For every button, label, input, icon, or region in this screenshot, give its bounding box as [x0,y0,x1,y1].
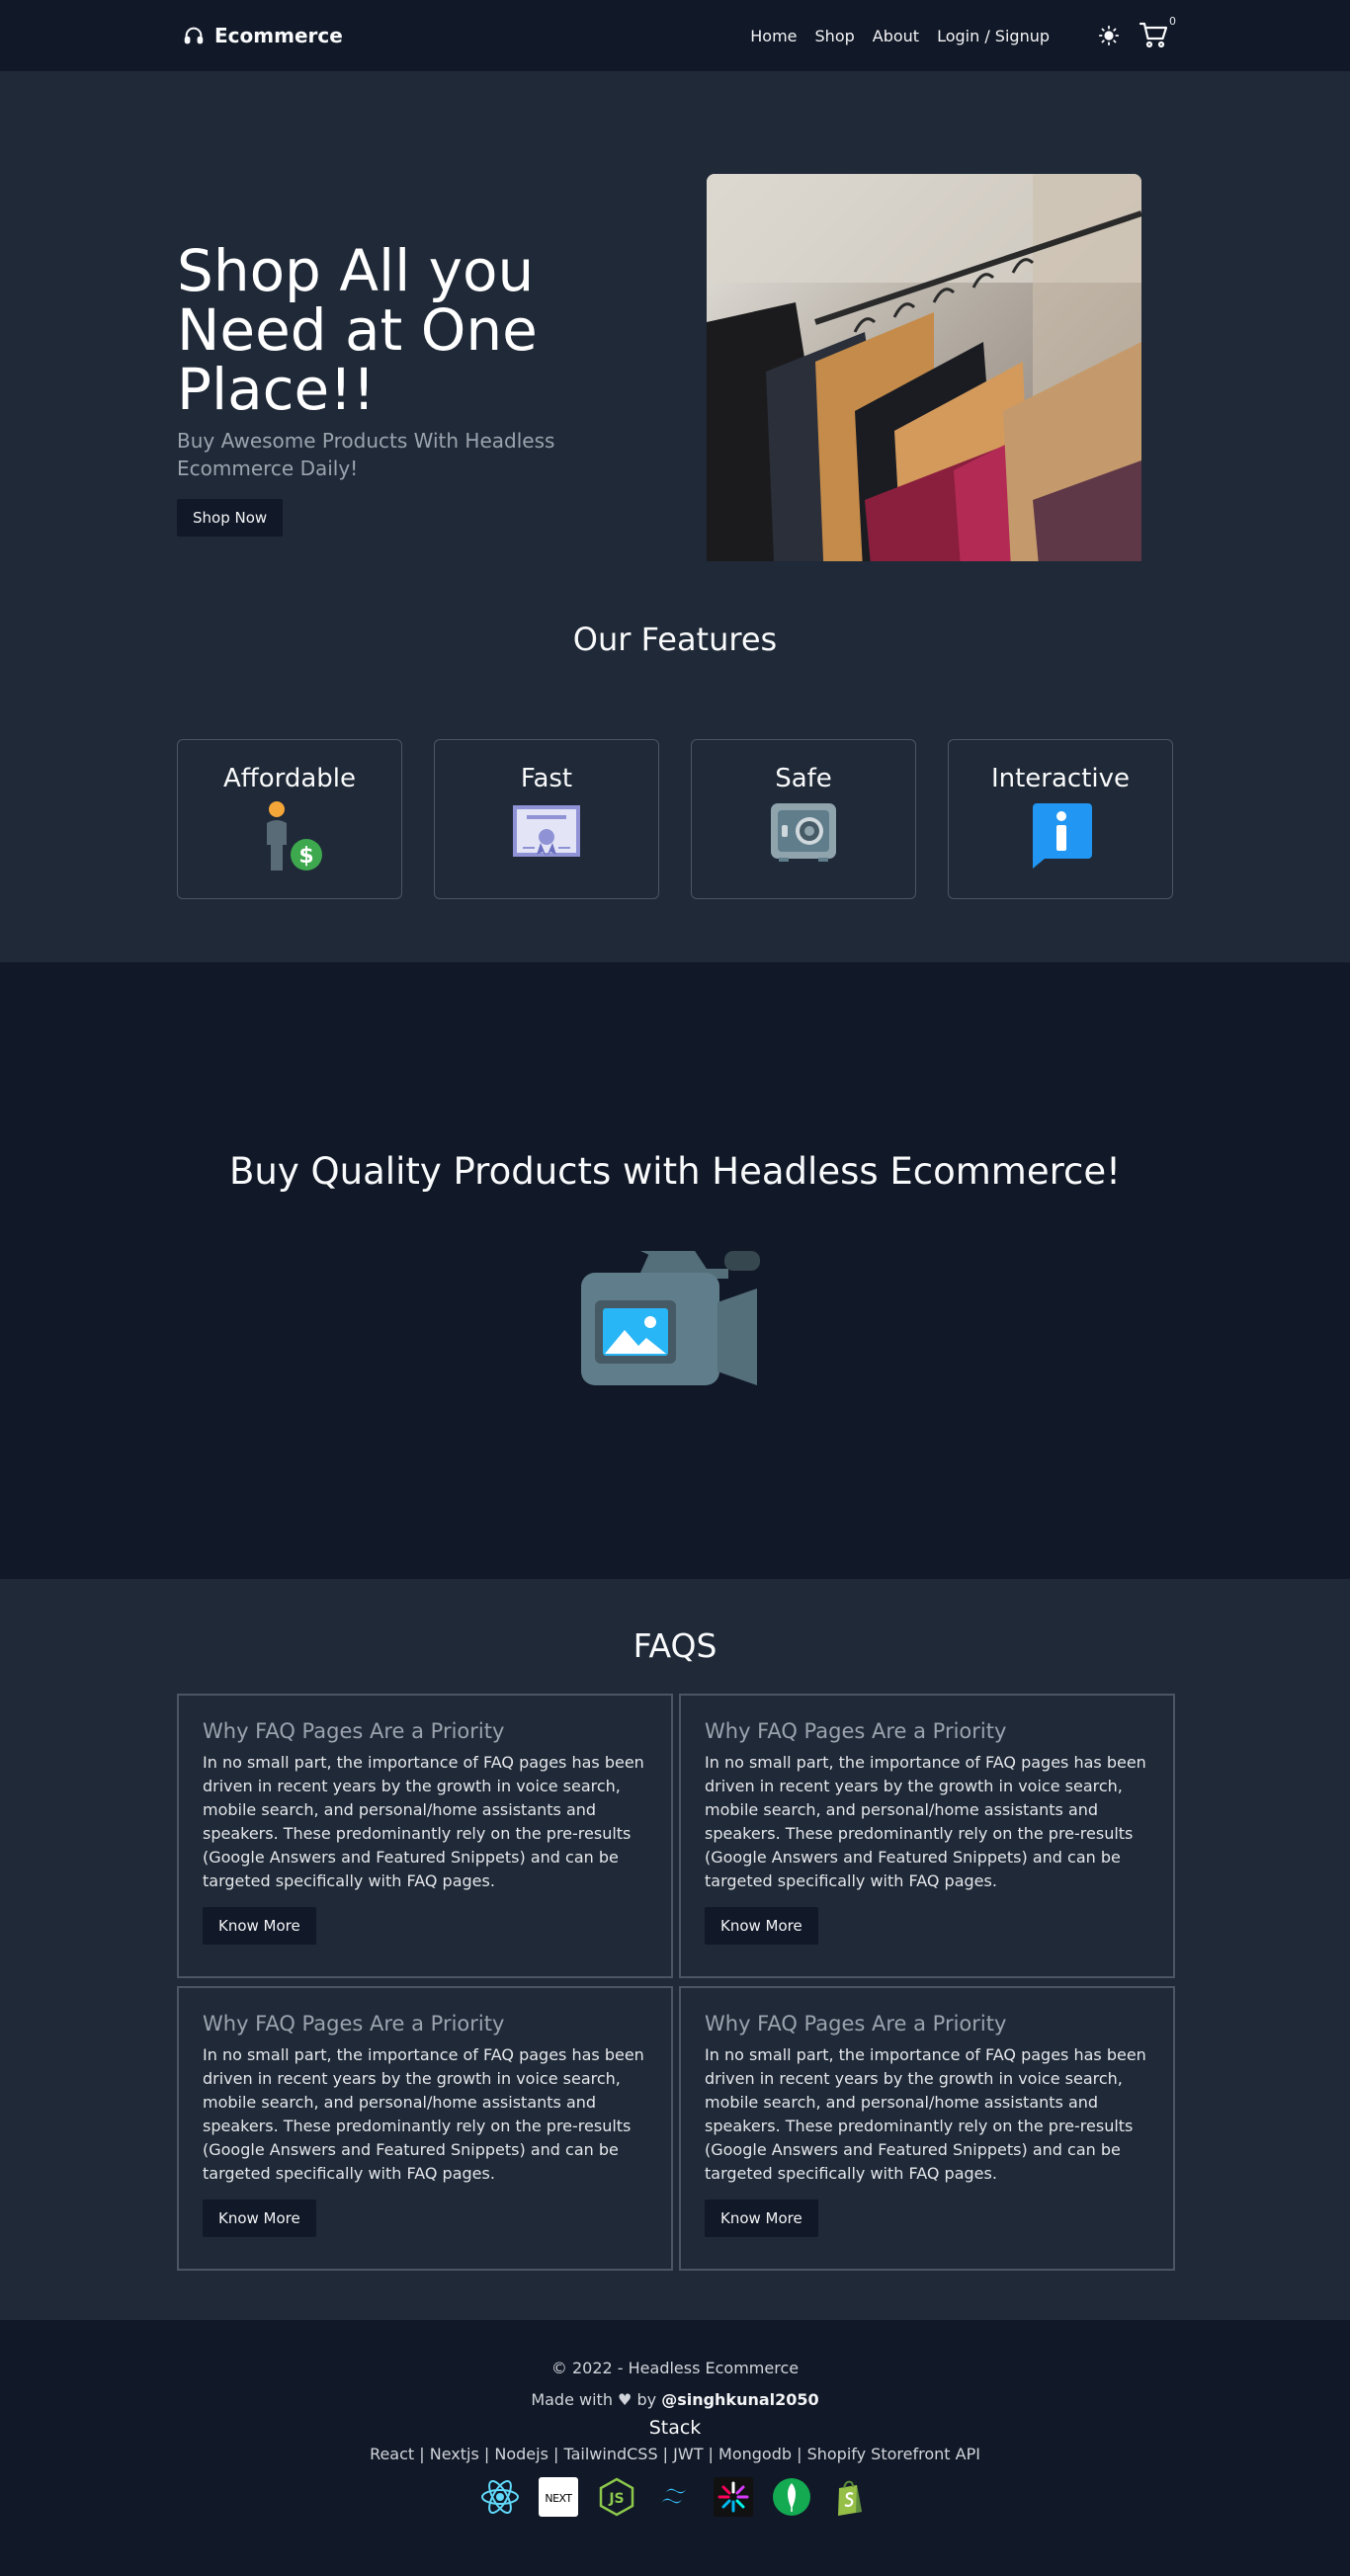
nav-link-about[interactable]: About [873,27,919,45]
feature-label: Fast [520,764,573,793]
faq-card: Why FAQ Pages Are a Priority In no small… [679,1694,1175,1978]
nextjs-icon: NEXT [539,2477,578,2517]
nav-link-home[interactable]: Home [750,27,797,45]
faq-title: Why FAQ Pages Are a Priority [705,2012,1007,2036]
hero-section: Shop All you Need at One Place!! Buy Awe… [0,71,1350,609]
faq-card: Why FAQ Pages Are a Priority In no small… [177,1694,673,1978]
mongodb-icon [772,2477,811,2517]
video-section-title: Buy Quality Products with Headless Ecomm… [229,1150,1121,1193]
person-dollar-icon: $ [178,801,401,876]
stack-icons: NEXT JS [0,2477,1350,2517]
faq-body: In no small part, the importance of FAQ … [705,1753,1146,1890]
feature-label: Affordable [223,764,356,793]
hero-text: Shop All you Need at One Place!! Buy Awe… [177,241,632,537]
react-icon [480,2477,520,2517]
nav-link-shop[interactable]: Shop [815,27,855,45]
author-link[interactable]: @singhkunal2050 [661,2390,818,2409]
headphones-icon [184,27,204,44]
video-camera-icon [581,1243,769,1385]
feature-card-safe: Safe [691,739,916,899]
made-with-line: Made with ♥ by @singhkunal2050 [0,2389,1350,2411]
faqs-title: FAQS [633,1626,717,1665]
know-more-button[interactable]: Know More [705,2200,818,2237]
faq-body: In no small part, the importance of FAQ … [705,2045,1146,2183]
cart-count-badge: 0 [1169,15,1176,28]
made-with-prefix: Made with ♥ by [531,2390,657,2409]
know-more-button[interactable]: Know More [203,1907,316,1945]
faq-title: Why FAQ Pages Are a Priority [705,1719,1007,1743]
jwt-icon [714,2477,753,2517]
feature-label: Interactive [990,764,1131,793]
svg-text:$: $ [298,844,313,869]
faq-body: In no small part, the importance of FAQ … [203,2045,644,2183]
cart-icon [1139,22,1168,48]
tailwind-icon [655,2477,695,2517]
faqs-section: FAQS Why FAQ Pages Are a Priority In no … [0,1579,1350,2320]
hero-title: Shop All you Need at One Place!! [177,237,538,423]
feature-card-affordable: Affordable $ [177,739,402,899]
stack-list: React | Nextjs | Nodejs | TailwindCSS | … [370,2445,980,2463]
features-title: Our Features [572,621,778,658]
faq-title: Why FAQ Pages Are a Priority [203,2012,505,2036]
video-section: Buy Quality Products with Headless Ecomm… [0,962,1350,1579]
nav-menu: Home Shop About Login / Signup 0 [750,15,1176,50]
shop-now-button[interactable]: Shop Now [177,499,284,537]
feature-card-interactive: Interactive [948,739,1173,899]
info-icon [949,801,1172,869]
copyright-text: © 2022 - Headless Ecommerce [550,2359,800,2377]
feature-card-fast: Fast [434,739,659,899]
nextjs-logo-text: NEXT [545,2492,572,2505]
nav-link-login-signup[interactable]: Login / Signup [937,27,1050,45]
know-more-button[interactable]: Know More [203,2200,316,2237]
hero-image [707,174,1141,609]
certificate-icon [435,801,658,861]
stack-title: Stack [648,2417,702,2439]
top-navbar: Ecommerce Home Shop About Login / Signup… [0,0,1350,71]
nodejs-icon: JS [597,2477,636,2517]
features-section: Our Features Affordable $ Fast Safe Inte… [0,561,1350,962]
cart-button[interactable]: 0 [1139,15,1176,50]
hero-subtitle: Buy Awesome Products With Headless Ecomm… [177,429,555,480]
safe-icon [692,801,915,863]
sun-icon[interactable] [1097,24,1121,47]
shopify-icon [830,2477,870,2517]
know-more-button[interactable]: Know More [705,1907,818,1945]
faq-body: In no small part, the importance of FAQ … [203,1753,644,1890]
faq-card: Why FAQ Pages Are a Priority In no small… [177,1986,673,2271]
footer: © 2022 - Headless Ecommerce Made with ♥ … [0,2320,1350,2576]
faq-title: Why FAQ Pages Are a Priority [203,1719,505,1743]
brand-logo[interactable]: Ecommerce [183,24,343,47]
faq-card: Why FAQ Pages Are a Priority In no small… [679,1986,1175,2271]
brand-name: Ecommerce [214,24,343,47]
feature-label: Safe [775,764,832,793]
